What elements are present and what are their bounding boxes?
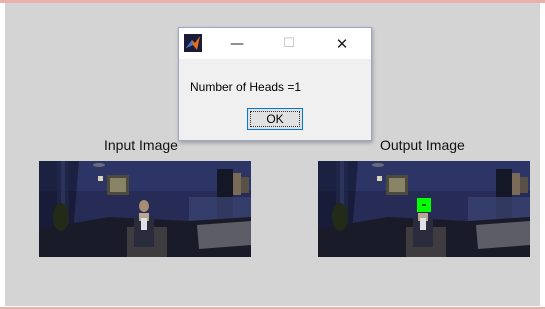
close-button[interactable]: ✕ [320, 28, 364, 59]
matlab-icon [184, 34, 202, 52]
close-icon: ✕ [335, 34, 349, 53]
maximize-icon: ☐ [283, 36, 295, 51]
dialog-message: Number of Heads =1 [190, 80, 302, 94]
maximize-button[interactable]: ☐ [267, 28, 311, 59]
input-image [39, 161, 251, 257]
output-image-title: Output Image [380, 137, 465, 153]
input-image-title: Input Image [104, 137, 178, 153]
message-dialog: — ☐ ✕ Number of Heads =1 OK [178, 27, 372, 141]
dialog-titlebar[interactable]: — ☐ ✕ [179, 28, 371, 59]
output-image [318, 161, 530, 257]
ok-button-label: OK [266, 112, 284, 126]
minimize-button[interactable]: — [215, 28, 259, 59]
minimize-icon: — [230, 35, 244, 52]
ok-button[interactable]: OK [247, 108, 303, 130]
